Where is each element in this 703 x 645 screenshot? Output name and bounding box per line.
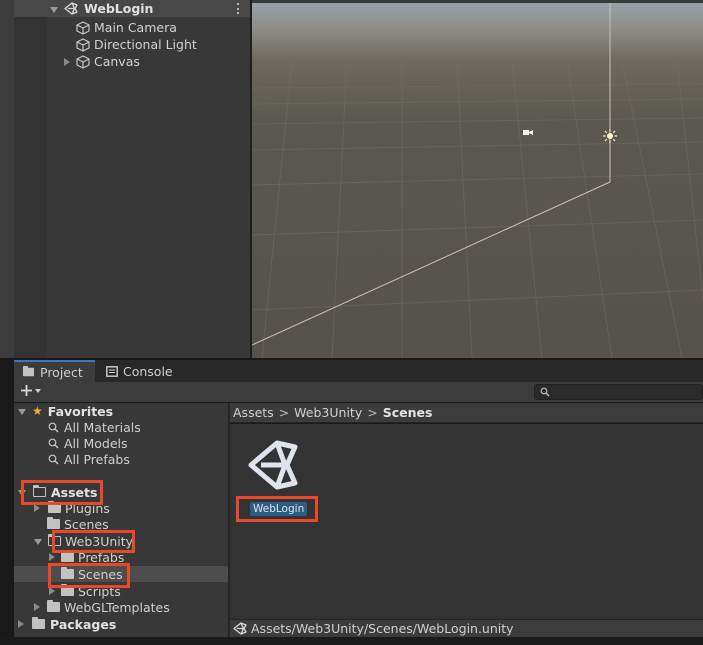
hierarchy-scene-row[interactable]: WebLogin bbox=[14, 0, 250, 17]
folder-icon bbox=[47, 600, 60, 612]
tree-item-label: Favorites bbox=[47, 403, 114, 419]
tree-item-all-models[interactable]: All Models bbox=[14, 435, 228, 451]
breadcrumb: Assets > Web3Unity > Scenes bbox=[230, 403, 703, 423]
tab-console[interactable]: Console bbox=[98, 360, 181, 382]
search-icon bbox=[48, 438, 59, 448]
gameobject-cube-icon bbox=[76, 37, 90, 52]
breadcrumb-separator-icon: > bbox=[367, 405, 378, 420]
tree-item-label: All Prefabs bbox=[64, 451, 130, 467]
expand-arrow-icon[interactable] bbox=[50, 2, 58, 16]
tree-item-label: All Models bbox=[64, 435, 128, 451]
scene-toolbar-strip bbox=[252, 0, 703, 3]
hierarchy-gutter bbox=[14, 0, 47, 358]
selected-asset-path-bar: Assets/Web3Unity/Scenes/WebLogin.unity bbox=[230, 619, 703, 637]
console-icon bbox=[106, 365, 118, 377]
folder-icon bbox=[61, 550, 74, 562]
expand-arrow-icon[interactable] bbox=[18, 404, 26, 418]
highlight-scenes bbox=[48, 563, 130, 588]
expand-arrow-icon[interactable] bbox=[64, 55, 70, 69]
hierarchy-item-main-camera[interactable]: Main Camera bbox=[76, 19, 177, 36]
tree-item-label: WebGLTemplates bbox=[64, 599, 170, 615]
more-options-icon[interactable] bbox=[237, 3, 240, 14]
highlight-weblogin-asset bbox=[236, 496, 318, 522]
search-icon bbox=[48, 454, 59, 464]
highlight-web3unity bbox=[52, 530, 135, 553]
bottom-tab-bar: Project Console bbox=[14, 360, 703, 382]
tab-label: Console bbox=[123, 363, 173, 379]
camera-gizmo-icon[interactable] bbox=[522, 128, 534, 137]
search-input[interactable] bbox=[534, 384, 703, 400]
expand-arrow-icon[interactable] bbox=[18, 617, 24, 631]
unity-scene-icon bbox=[233, 622, 247, 635]
expand-arrow-icon[interactable] bbox=[34, 600, 40, 614]
gameobject-cube-icon bbox=[76, 20, 90, 35]
tree-item-label: All Materials bbox=[64, 419, 141, 435]
scene-viewport[interactable] bbox=[252, 0, 703, 358]
unity-logo-icon bbox=[248, 440, 298, 490]
highlight-assets bbox=[21, 480, 103, 505]
folder-icon bbox=[32, 617, 45, 629]
breadcrumb-item[interactable]: Assets bbox=[233, 405, 274, 420]
create-button[interactable] bbox=[20, 384, 41, 397]
light-gizmo-icon[interactable] bbox=[603, 129, 617, 143]
hierarchy-item-label: Canvas bbox=[94, 54, 140, 69]
breadcrumb-separator-icon: > bbox=[278, 405, 290, 420]
window-bottom-edge bbox=[0, 637, 703, 645]
tree-item-all-prefabs[interactable]: All Prefabs bbox=[14, 451, 228, 467]
tree-item-favorites[interactable]: ★ Favorites bbox=[14, 403, 228, 419]
tree-item-webgl-templates[interactable]: WebGLTemplates bbox=[14, 599, 228, 615]
project-folder-tree: ★ Favorites All Materials All Models All… bbox=[14, 403, 228, 637]
breadcrumb-item-current[interactable]: Scenes bbox=[383, 405, 433, 420]
tree-item-label: Packages bbox=[50, 616, 117, 632]
tab-label: Project bbox=[40, 364, 83, 380]
scene-grid bbox=[252, 0, 703, 358]
star-icon: ★ bbox=[32, 404, 43, 418]
expand-arrow-icon[interactable] bbox=[34, 534, 42, 548]
hierarchy-item-directional-light[interactable]: Directional Light bbox=[76, 36, 197, 53]
hierarchy-item-label: Directional Light bbox=[94, 37, 197, 52]
gameobject-cube-icon bbox=[76, 54, 90, 69]
scene-name: WebLogin bbox=[84, 1, 154, 16]
plus-icon bbox=[21, 385, 32, 396]
asset-path-text: Assets/Web3Unity/Scenes/WebLogin.unity bbox=[251, 621, 514, 636]
search-icon bbox=[48, 422, 59, 432]
folder-icon bbox=[22, 366, 35, 377]
tree-item-all-materials[interactable]: All Materials bbox=[14, 419, 228, 435]
search-icon bbox=[540, 387, 550, 397]
unity-scene-icon bbox=[64, 2, 78, 15]
left-edge-panel bbox=[0, 0, 14, 358]
tree-item-packages[interactable]: Packages bbox=[14, 616, 228, 632]
breadcrumb-item[interactable]: Web3Unity bbox=[294, 405, 362, 420]
hierarchy-item-canvas[interactable]: Canvas bbox=[64, 53, 140, 70]
folder-icon bbox=[47, 517, 60, 529]
tab-project[interactable]: Project bbox=[14, 360, 95, 382]
hierarchy-item-label: Main Camera bbox=[94, 20, 177, 35]
chevron-down-icon bbox=[35, 388, 41, 393]
